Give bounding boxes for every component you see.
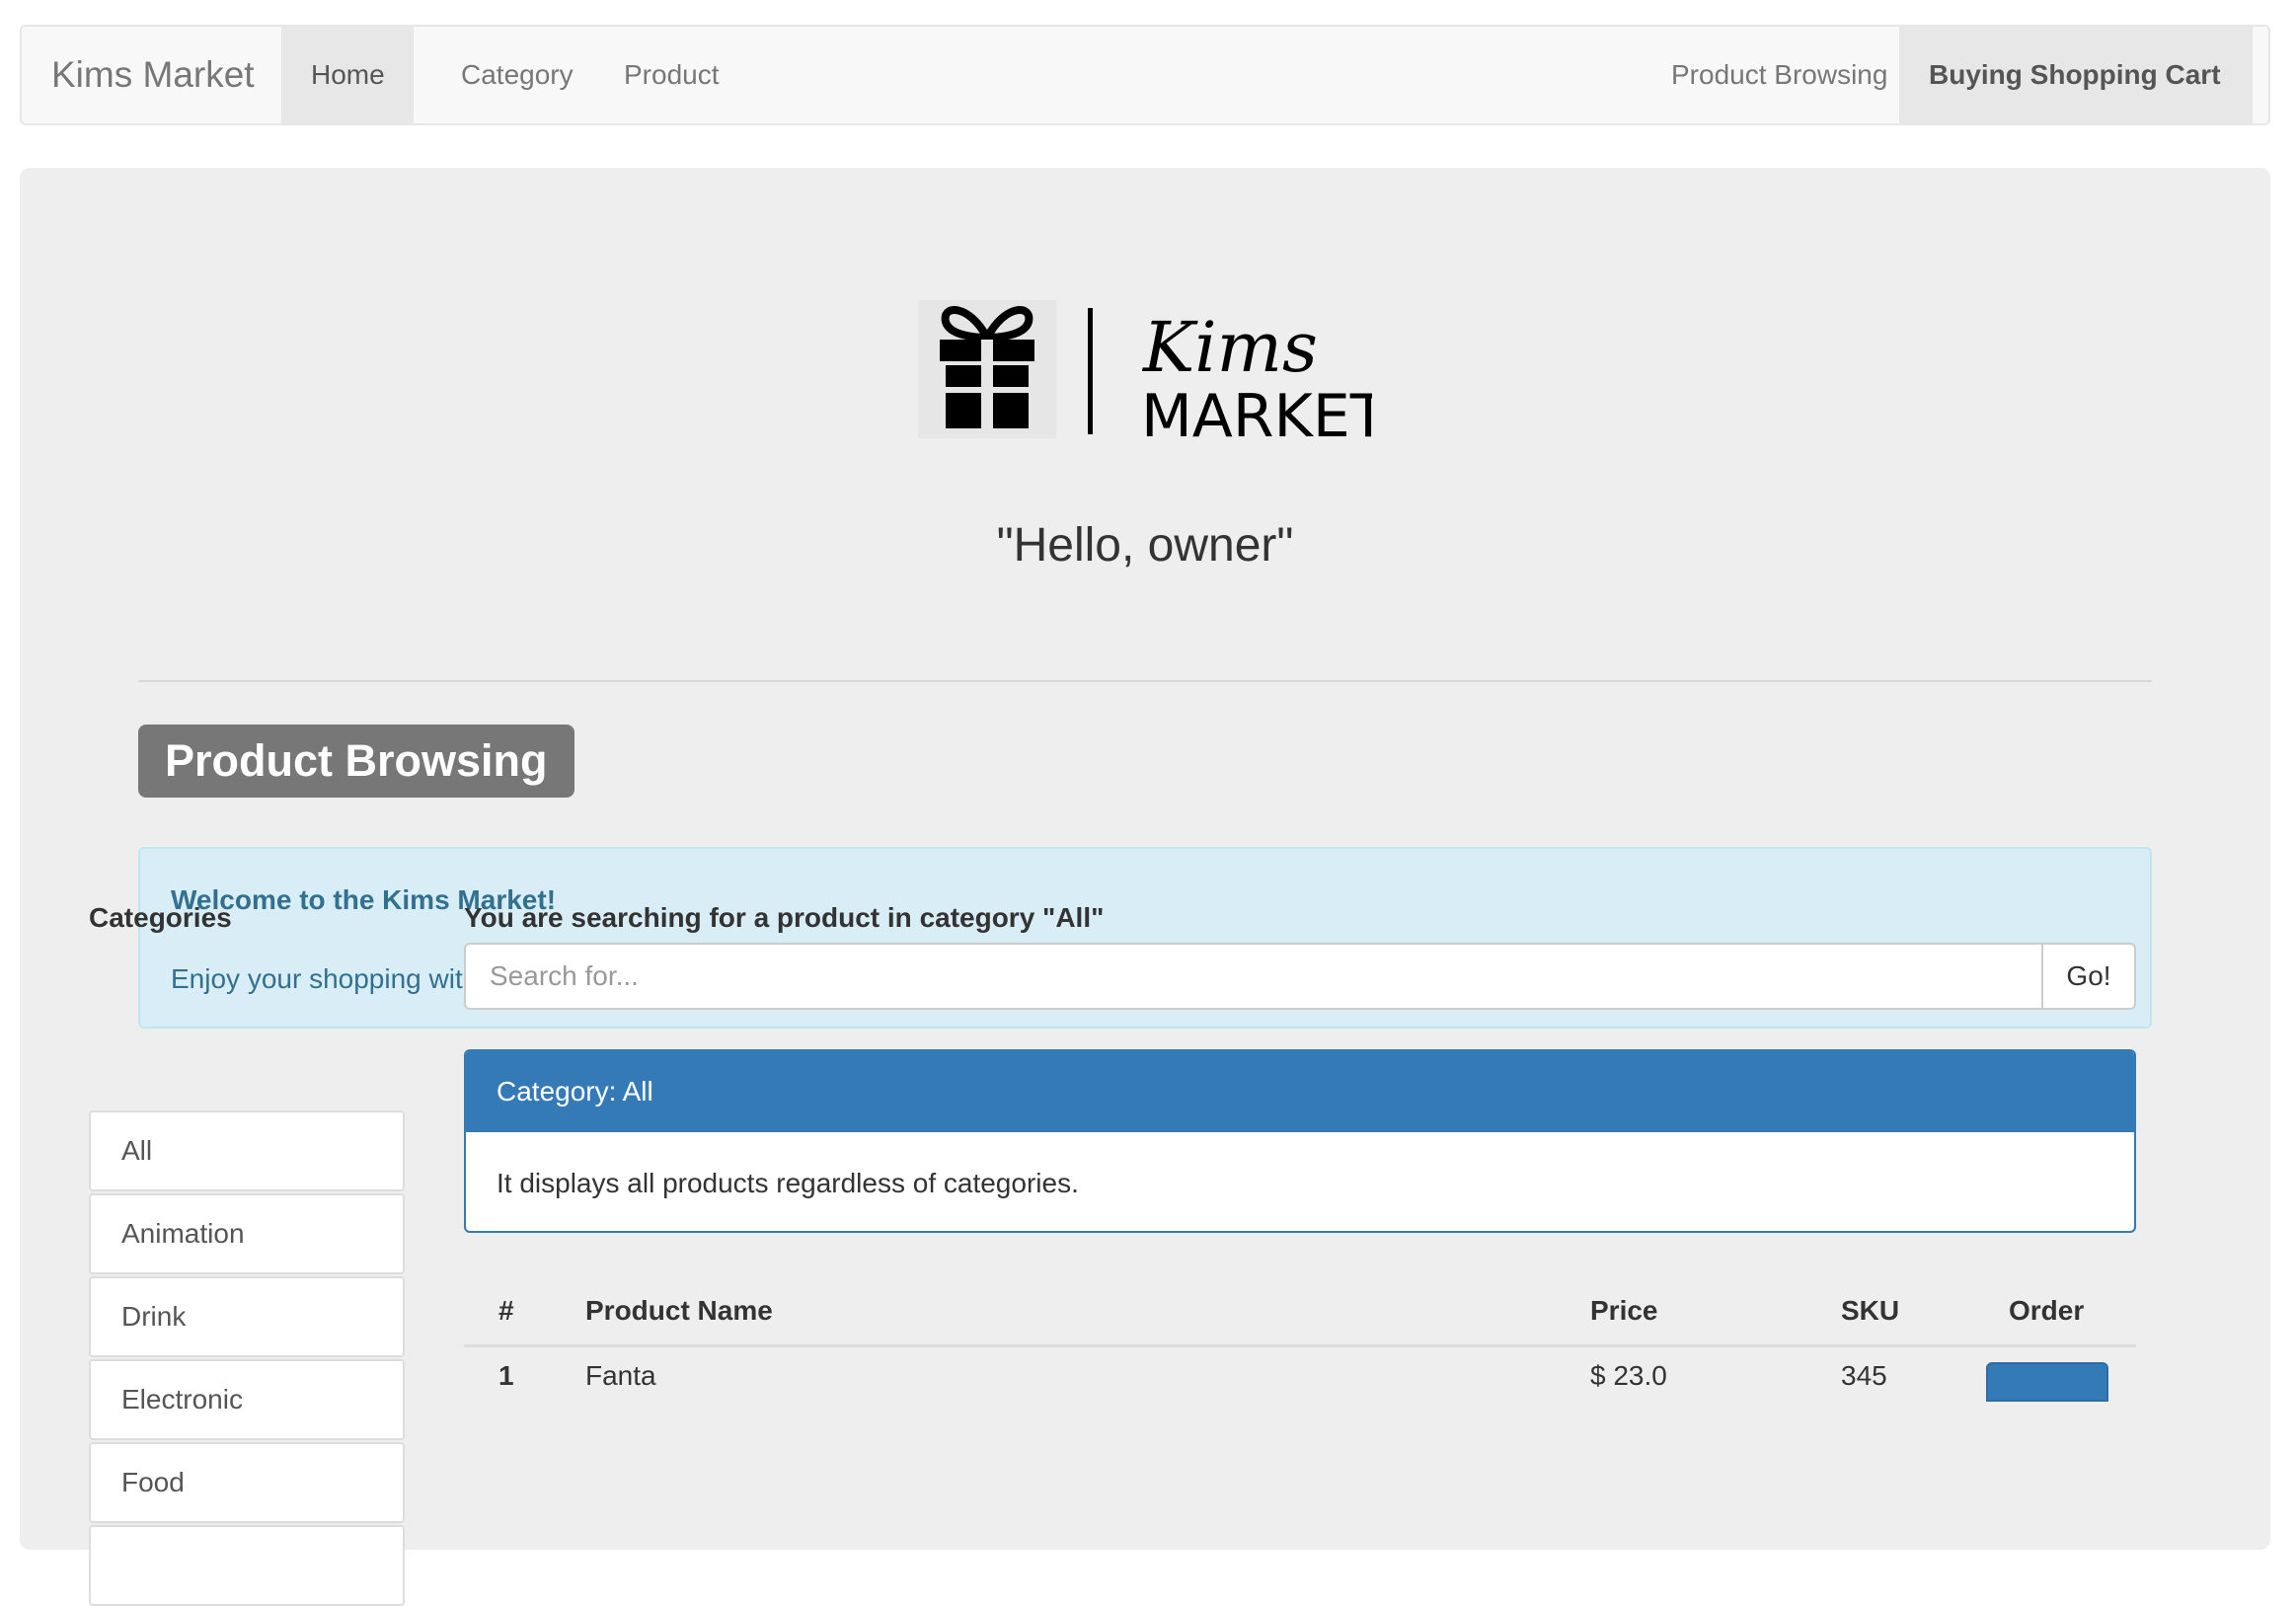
row-product-name: Fanta	[585, 1360, 656, 1391]
panel-title: Category: All	[497, 1076, 653, 1107]
category-item-electronic[interactable]: Electronic	[89, 1359, 405, 1440]
category-item-next[interactable]	[89, 1525, 405, 1606]
search-heading: You are searching for a product in categ…	[464, 902, 1105, 933]
section-label: Product Browsing	[138, 725, 574, 798]
panel-heading: Category: All	[466, 1051, 2134, 1132]
category-panel: Category: All It displays all products r…	[464, 1049, 2136, 1233]
nav-home[interactable]: Home	[281, 27, 414, 123]
order-button[interactable]	[1986, 1362, 2108, 1402]
row-number: 1	[498, 1360, 514, 1391]
table-header-number: #	[498, 1295, 514, 1326]
nav-category[interactable]: Category	[431, 27, 603, 123]
logo-word: MARKET	[1141, 382, 1372, 444]
top-navbar: Kims Market Home Category Product Produc…	[20, 25, 2270, 125]
search-input[interactable]	[464, 943, 2043, 1010]
logo-script: Kims	[1141, 307, 1318, 388]
greeting: "Hello, owner"	[996, 519, 1294, 572]
nav-product-browsing[interactable]: Product Browsing	[1642, 27, 1917, 123]
table-header-price: Price	[1590, 1295, 1658, 1326]
panel-body: It displays all products regardless of c…	[497, 1168, 1079, 1198]
nav-buying-shopping-cart[interactable]: Buying Shopping Cart	[1899, 27, 2253, 123]
categories-heading: Categories	[89, 902, 232, 933]
table-header-product-name: Product Name	[585, 1295, 773, 1326]
category-item-animation[interactable]: Animation	[89, 1193, 405, 1274]
nav-product[interactable]: Product	[594, 27, 749, 123]
category-item-drink[interactable]: Drink	[89, 1276, 405, 1357]
kims-market-logo: Kims MARKET	[918, 300, 1372, 444]
category-item-all[interactable]: All	[89, 1110, 405, 1191]
category-item-food[interactable]: Food	[89, 1442, 405, 1523]
divider	[138, 680, 2152, 682]
row-sku: 345	[1841, 1360, 1887, 1391]
navbar-brand[interactable]: Kims Market	[51, 27, 255, 123]
row-price: $ 23.0	[1590, 1360, 1667, 1391]
table-header-rule	[464, 1344, 2136, 1347]
table-header-order: Order	[2009, 1295, 2085, 1326]
go-button[interactable]: Go!	[2041, 943, 2136, 1010]
table-header-sku: SKU	[1841, 1295, 1900, 1326]
